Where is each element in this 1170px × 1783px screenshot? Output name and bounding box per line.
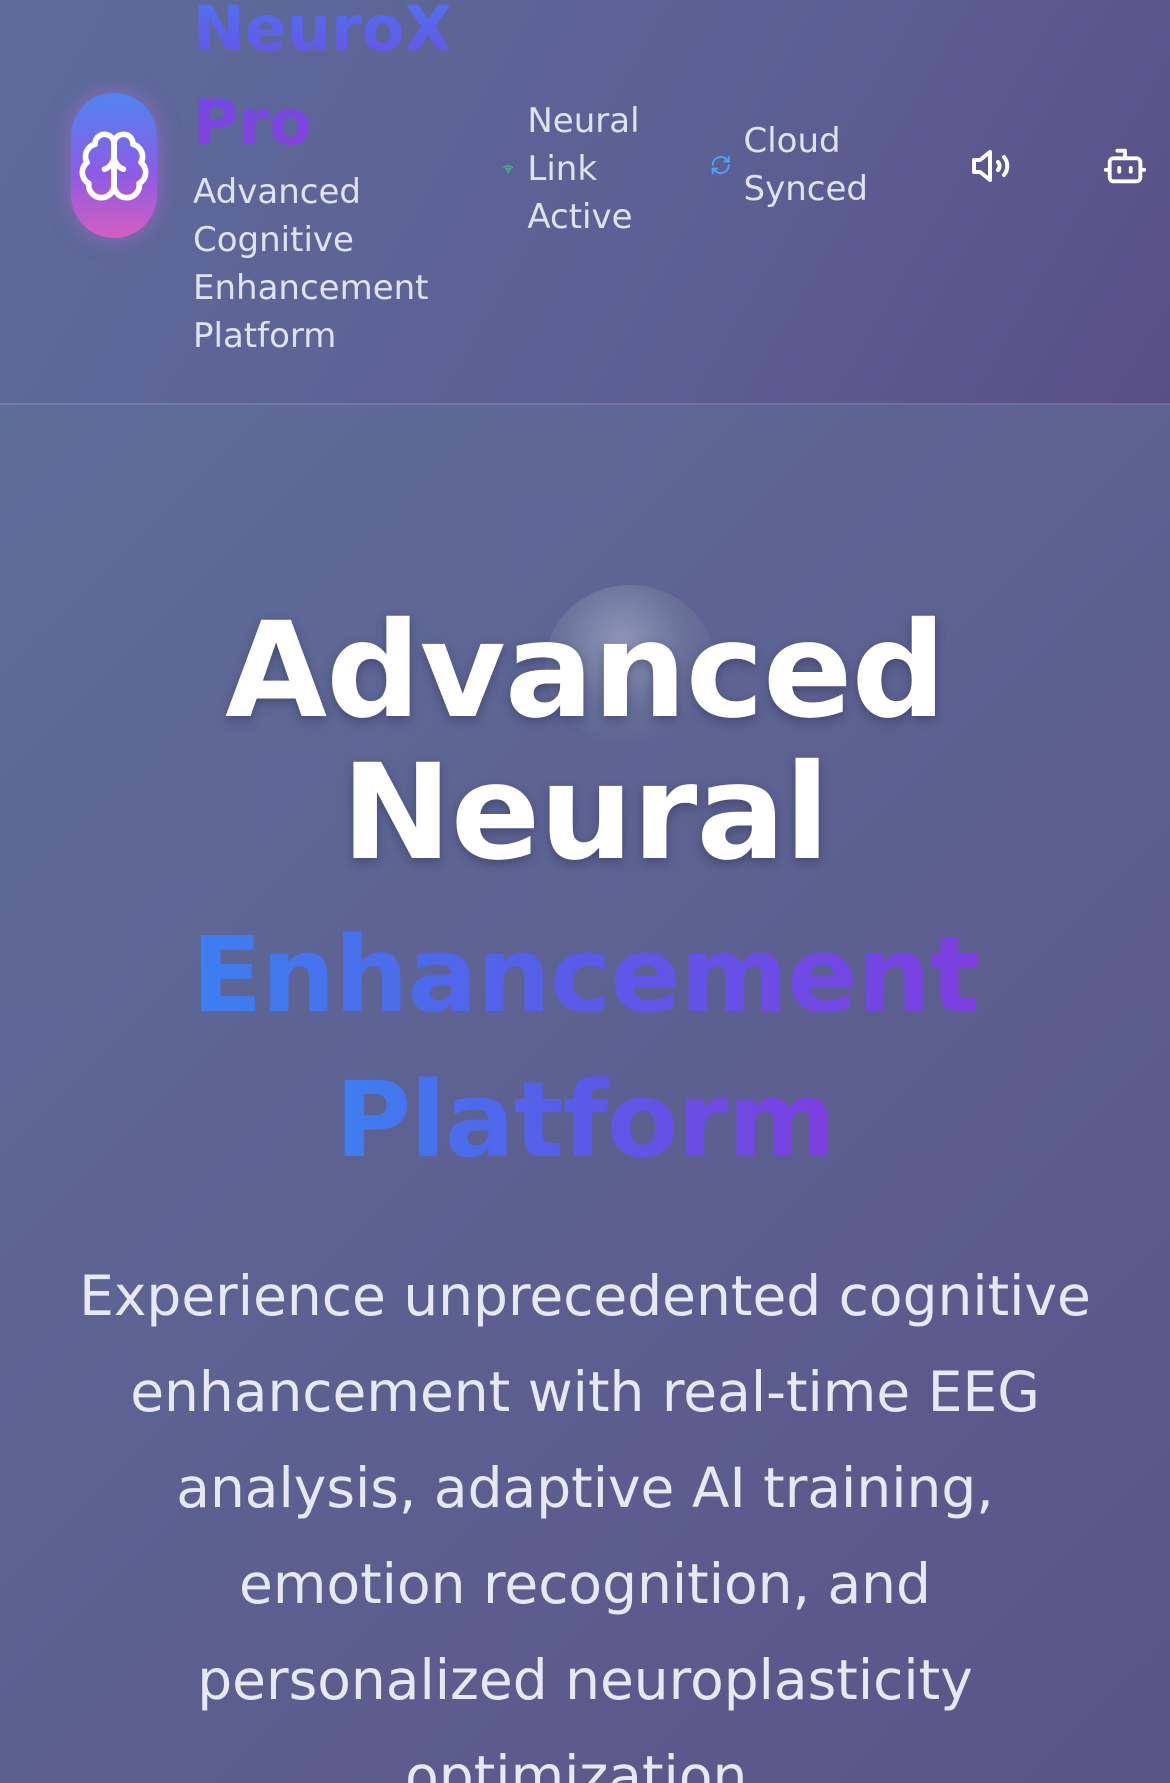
hero-gradient-line-1: Enhancement — [191, 914, 979, 1036]
ai-assistant-button[interactable] — [1097, 138, 1153, 194]
hero-title: Advanced Neural — [0, 600, 1170, 884]
bot-icon — [1103, 148, 1147, 184]
hero-gradient-title: Enhancement Platform — [0, 903, 1170, 1193]
logo[interactable] — [71, 93, 157, 238]
neural-link-label: Neural Link Active — [527, 101, 640, 237]
cloud-sync-status: Cloud Synced — [710, 117, 910, 213]
neural-link-status: Neural Link Active — [503, 97, 673, 241]
hero-title-line-2: Neural — [341, 736, 829, 890]
cloud-sync-label: Cloud Synced — [743, 121, 868, 209]
volume-icon — [972, 150, 1010, 182]
hero-title-line-1: Advanced — [225, 594, 946, 748]
brand-subtitle: Advanced Cognitive Enhancement Platform — [193, 172, 429, 356]
refresh-icon — [711, 155, 730, 175]
brain-icon — [79, 130, 149, 200]
app-page: NeuroX Pro Advanced Cognitive Enhancemen… — [0, 0, 1170, 1783]
brand-name: NeuroX Pro — [193, 0, 493, 170]
hero-description: Experience unprecedented cognitive enhan… — [79, 1264, 1091, 1783]
top-header: NeuroX Pro Advanced Cognitive Enhancemen… — [0, 0, 1170, 405]
hero-gradient-line-2: Platform — [334, 1059, 836, 1181]
wifi-icon — [503, 165, 514, 174]
sound-toggle-button[interactable] — [964, 138, 1020, 194]
